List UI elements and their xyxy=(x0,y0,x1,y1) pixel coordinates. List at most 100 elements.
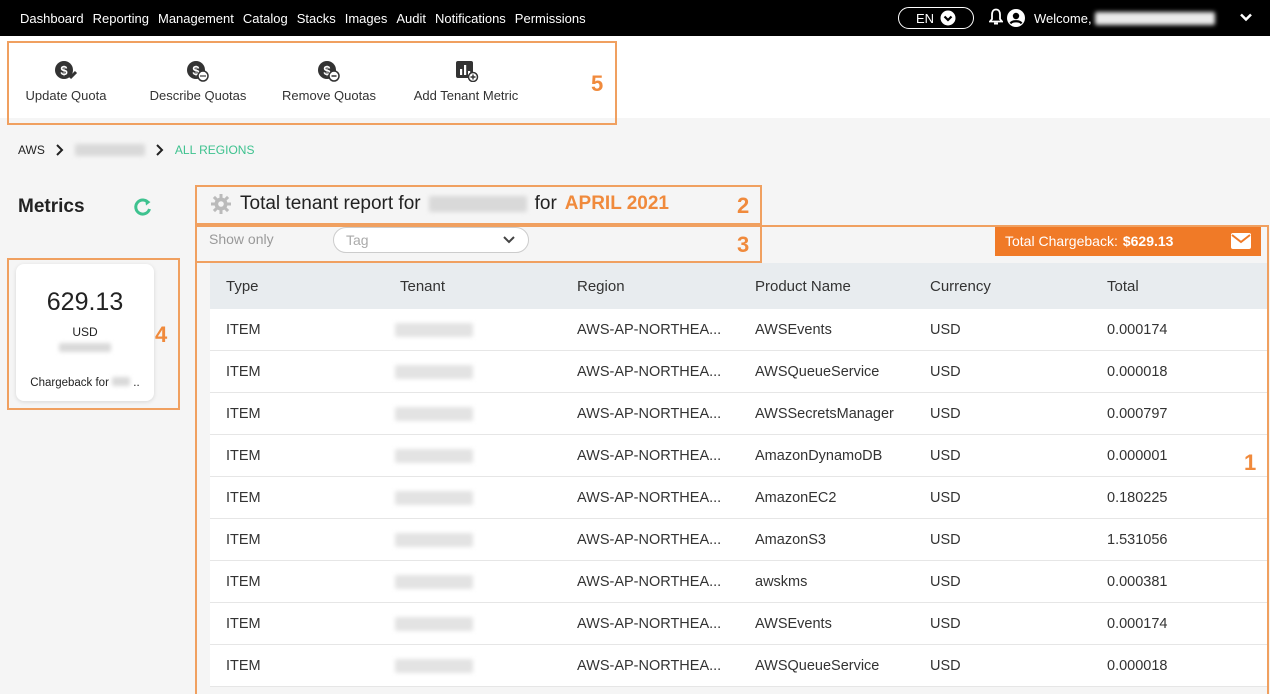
nav-audit[interactable]: Audit xyxy=(396,11,426,26)
cell-currency: USD xyxy=(930,573,961,590)
cell-type: ITEM xyxy=(226,531,261,548)
chevron-down-icon xyxy=(940,10,956,26)
cell-tenant-redacted xyxy=(395,364,473,379)
table-row[interactable]: ITEM AWS-AP-NORTHEA... AmazonDynamoDB USD 0.… xyxy=(210,435,1267,477)
cell-region: AWS-AP-NORTHEA... xyxy=(577,657,722,674)
cell-product-name: awskms xyxy=(755,573,808,590)
breadcrumb: AWS ALL REGIONS xyxy=(18,143,254,157)
cell-product-name: AWSQueueService xyxy=(755,657,880,674)
cell-currency: USD xyxy=(930,321,961,338)
breadcrumb-aws[interactable]: AWS xyxy=(18,143,45,157)
table-body: ITEM AWS-AP-NORTHEA... AWSEvents USD 0.00017… xyxy=(210,309,1267,687)
user-avatar-icon[interactable] xyxy=(1006,8,1026,28)
annotation-number-5: 5 xyxy=(591,71,604,96)
report-title-prefix: Total tenant report for xyxy=(240,193,421,214)
column-header-product-name[interactable]: Product Name xyxy=(755,278,851,295)
nav-permissions[interactable]: Permissions xyxy=(515,11,586,26)
cell-total: 0.000018 xyxy=(1107,657,1168,674)
table-row[interactable]: ITEM AWS-AP-NORTHEA... awskms USD 0.000381 xyxy=(210,561,1267,603)
cell-type: ITEM xyxy=(226,321,261,338)
cell-tenant-redacted xyxy=(395,448,473,463)
refresh-icon[interactable] xyxy=(133,197,153,217)
column-header-tenant[interactable]: Tenant xyxy=(400,278,445,295)
report-title-middle: for xyxy=(534,193,557,214)
tag-select[interactable]: Tag xyxy=(333,227,529,253)
cell-currency: USD xyxy=(930,405,961,422)
cell-region: AWS-AP-NORTHEA... xyxy=(577,405,722,422)
table-row[interactable]: ITEM AWS-AP-NORTHEA... AmazonS3 USD 1.531056 xyxy=(210,519,1267,561)
annotation-number-3: 3 xyxy=(737,232,750,257)
nav-stacks[interactable]: Stacks xyxy=(297,11,336,26)
redacted-tenant-name xyxy=(428,196,527,212)
table-row[interactable]: ITEM AWS-AP-NORTHEA... AWSQueueService USD 0… xyxy=(210,351,1267,393)
cell-total: 1.531056 xyxy=(1107,531,1168,548)
redacted-username xyxy=(1095,12,1216,25)
main-nav: Dashboard Reporting Management Catalog S… xyxy=(20,0,595,36)
table-row[interactable]: ITEM AWS-AP-NORTHEA... AWSEvents USD 0.00017… xyxy=(210,309,1267,351)
describe-quotas-button[interactable]: $ Describe Quotas xyxy=(145,60,251,103)
cell-region: AWS-AP-NORTHEA... xyxy=(577,363,722,380)
total-chargeback-value: $629.13 xyxy=(1122,233,1174,249)
chevron-right-icon xyxy=(56,144,64,156)
dollar-remove-icon: $ xyxy=(318,61,340,82)
tenant-report-table: Type Tenant Region Product Name Currency… xyxy=(210,263,1267,687)
remove-quotas-label: Remove Quotas xyxy=(282,88,376,103)
cell-tenant-redacted xyxy=(395,322,473,337)
table-row[interactable]: ITEM AWS-AP-NORTHEA... AWSQueueService USD 0… xyxy=(210,645,1267,687)
bell-icon[interactable] xyxy=(989,8,1003,26)
column-header-total[interactable]: Total xyxy=(1107,278,1139,295)
update-quota-label: Update Quota xyxy=(25,88,107,103)
cell-product-name: AmazonS3 xyxy=(755,531,826,548)
cell-currency: USD xyxy=(930,615,961,632)
annotation-number-4: 4 xyxy=(155,322,168,347)
add-tenant-metric-button[interactable]: Add Tenant Metric xyxy=(407,60,525,103)
total-chargeback-button[interactable]: Total Chargeback: $629.13 xyxy=(995,226,1261,256)
cell-region: AWS-AP-NORTHEA... xyxy=(577,489,722,506)
gear-icon[interactable] xyxy=(210,193,232,215)
metric-card[interactable]: 629.13 USD Chargeback for .. xyxy=(16,264,154,401)
annotation-number-2: 2 xyxy=(737,193,750,218)
cell-total: 0.000797 xyxy=(1107,405,1168,422)
metric-card-label: Chargeback for .. xyxy=(30,377,140,389)
column-header-currency[interactable]: Currency xyxy=(930,278,991,295)
nav-notifications[interactable]: Notifications xyxy=(435,11,506,26)
chevron-down-icon xyxy=(503,236,515,244)
describe-quotas-label: Describe Quotas xyxy=(149,88,247,103)
breadcrumb-all-regions[interactable]: ALL REGIONS xyxy=(175,143,255,157)
chevron-right-icon xyxy=(156,144,164,156)
svg-text:$: $ xyxy=(60,63,68,78)
cell-type: ITEM xyxy=(226,657,261,674)
cell-total: 0.000381 xyxy=(1107,573,1168,590)
cell-currency: USD xyxy=(930,363,961,380)
chart-add-icon xyxy=(456,61,479,82)
language-label: EN xyxy=(915,10,935,26)
total-chargeback-label: Total Chargeback: xyxy=(1005,233,1118,249)
chevron-down-icon[interactable] xyxy=(1239,10,1253,24)
dollar-edit-icon: $ xyxy=(55,61,78,80)
cell-currency: USD xyxy=(930,447,961,464)
cell-currency: USD xyxy=(930,657,961,674)
nav-catalog[interactable]: Catalog xyxy=(243,11,288,26)
nav-dashboard[interactable]: Dashboard xyxy=(20,11,84,26)
language-selector[interactable]: EN xyxy=(898,7,974,29)
cell-product-name: AWSEvents xyxy=(755,321,832,338)
column-header-region[interactable]: Region xyxy=(577,278,625,295)
nav-images[interactable]: Images xyxy=(345,11,388,26)
envelope-icon xyxy=(1231,233,1251,249)
cell-product-name: AWSQueueService xyxy=(755,363,880,380)
nav-management[interactable]: Management xyxy=(158,11,234,26)
table-row[interactable]: ITEM AWS-AP-NORTHEA... AWSSecretsManager US… xyxy=(210,393,1267,435)
cell-currency: USD xyxy=(930,489,961,506)
remove-quotas-button[interactable]: $ Remove Quotas xyxy=(278,60,380,103)
cell-product-name: AWSEvents xyxy=(755,615,832,632)
update-quota-button[interactable]: $ Update Quota xyxy=(18,60,114,103)
nav-reporting[interactable]: Reporting xyxy=(93,11,149,26)
metric-card-label-text: Chargeback for xyxy=(30,377,109,389)
column-header-type[interactable]: Type xyxy=(226,278,259,295)
cell-total: 0.000174 xyxy=(1107,615,1168,632)
table-row[interactable]: ITEM AWS-AP-NORTHEA... AmazonEC2 USD 0.18022… xyxy=(210,477,1267,519)
cell-tenant-redacted xyxy=(395,406,473,421)
redacted-account[interactable] xyxy=(74,144,145,156)
cell-tenant-redacted xyxy=(395,574,473,589)
table-row[interactable]: ITEM AWS-AP-NORTHEA... AWSEvents USD 0.00017… xyxy=(210,603,1267,645)
